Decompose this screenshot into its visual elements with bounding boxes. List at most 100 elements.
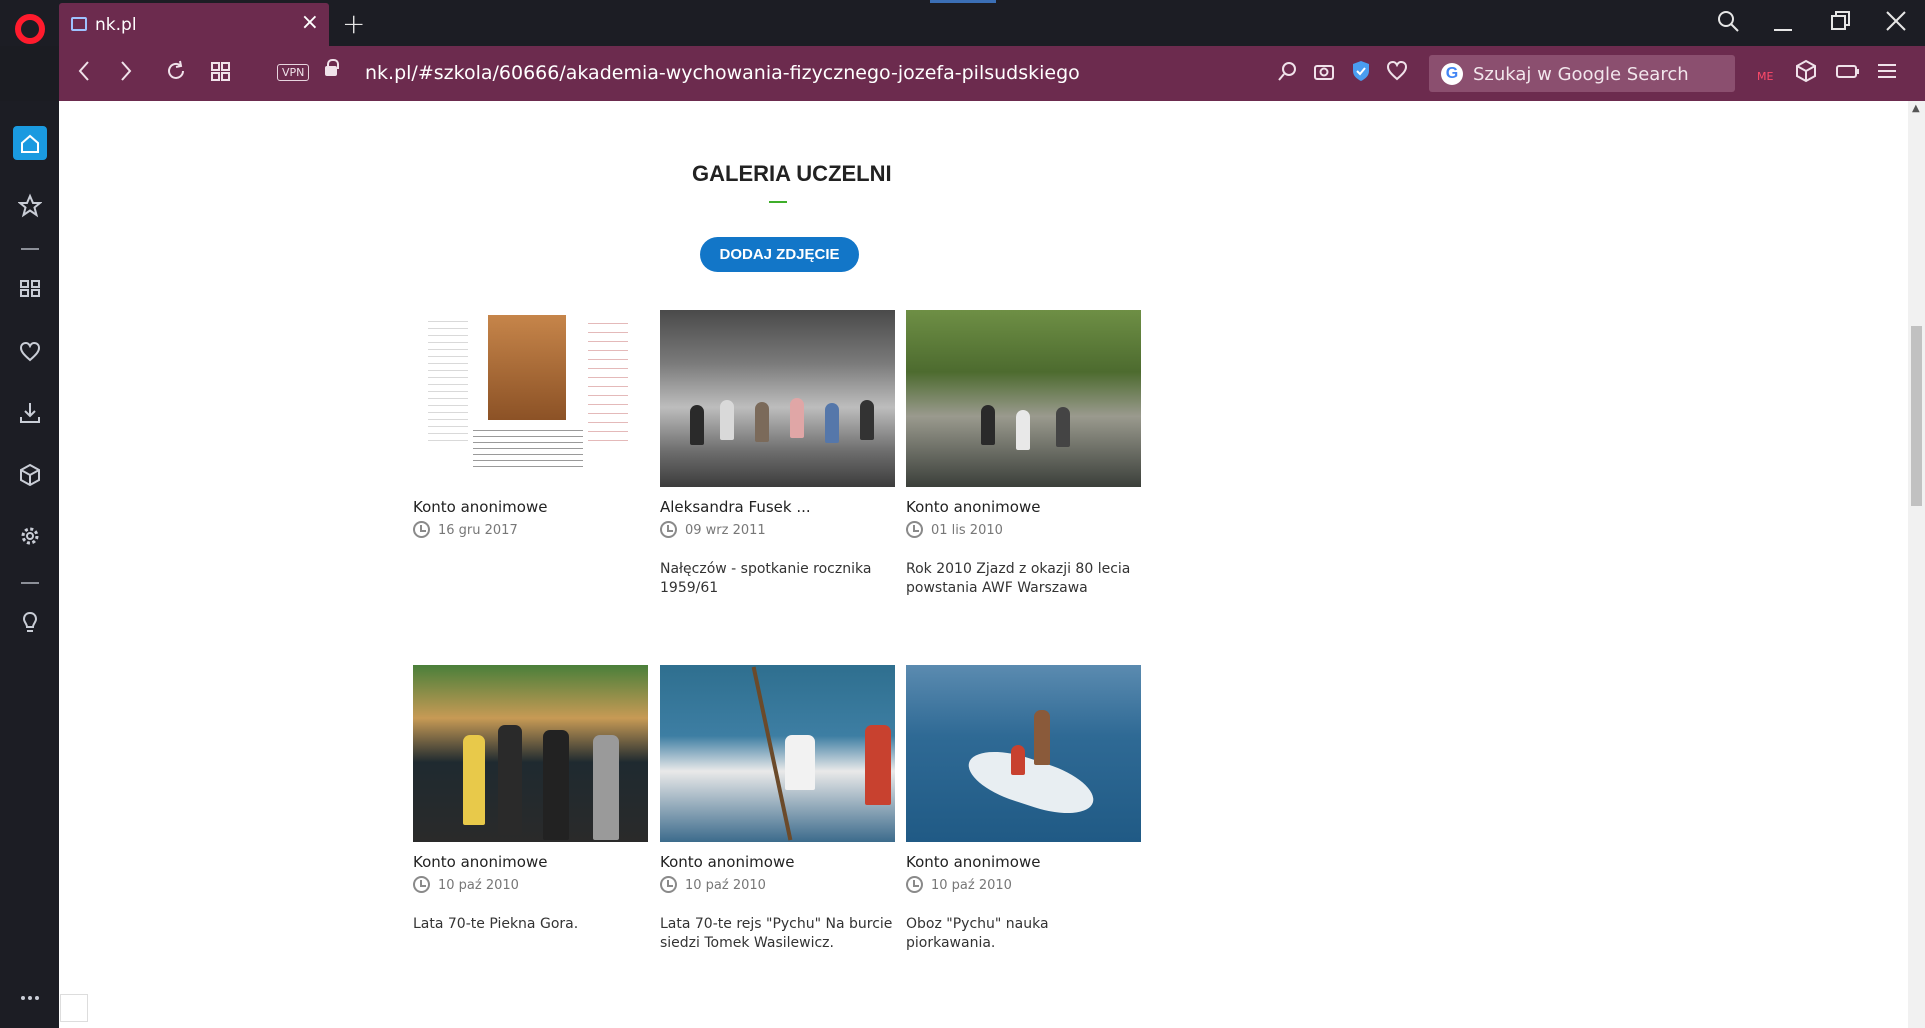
snapshot-icon[interactable] bbox=[1277, 59, 1299, 90]
shield-icon[interactable] bbox=[1350, 59, 1372, 90]
thumbnail-detail bbox=[488, 315, 566, 420]
thumbnail-detail bbox=[690, 405, 704, 445]
extension-status-icon[interactable] bbox=[60, 994, 88, 1022]
gallery-card[interactable]: Konto anonimowe 10 paź 2010 Lata 70-te r… bbox=[660, 665, 895, 965]
card-date: 10 paź 2010 bbox=[931, 878, 1012, 893]
card-description: Nałęczów - spotkanie rocznika 1959/61 bbox=[660, 561, 872, 596]
card-date: 01 lis 2010 bbox=[931, 523, 1003, 538]
card-description: Lata 70-te rejs "Pychu" Na burcie siedzi… bbox=[660, 916, 893, 951]
extension-icon[interactable]: ME bbox=[1757, 64, 1773, 90]
thumbnail-detail bbox=[720, 400, 734, 440]
address-toolbar: VPN nk.pl/#szkola/60666/akademia-wychowa… bbox=[59, 46, 1925, 101]
thumbnail-detail bbox=[790, 398, 804, 438]
gallery-thumbnail[interactable] bbox=[660, 665, 895, 842]
scroll-thumb[interactable] bbox=[1911, 326, 1922, 506]
opera-logo-icon[interactable] bbox=[15, 14, 45, 44]
thumbnail-detail bbox=[498, 725, 522, 835]
more-icon[interactable] bbox=[13, 981, 47, 1015]
tab-title: nk.pl bbox=[95, 15, 137, 35]
thumbnail-detail bbox=[755, 402, 769, 442]
card-date: 10 paź 2010 bbox=[685, 878, 766, 893]
thumbnail-detail bbox=[593, 735, 619, 840]
card-date: 10 paź 2010 bbox=[438, 878, 519, 893]
settings-icon[interactable] bbox=[13, 519, 47, 553]
restore-icon[interactable] bbox=[1830, 10, 1852, 38]
card-description: Rok 2010 Zjazd z okazji 80 lecia powstan… bbox=[906, 561, 1131, 596]
thumbnail-detail bbox=[825, 403, 839, 443]
thumbnail-detail bbox=[1034, 710, 1050, 765]
thumbnail-detail bbox=[463, 735, 485, 825]
thumbnail-detail bbox=[1011, 745, 1025, 775]
home-icon[interactable] bbox=[13, 126, 47, 160]
gallery-card[interactable]: Konto anonimowe 16 gru 2017 bbox=[413, 310, 648, 610]
tab-favicon-icon bbox=[71, 17, 87, 31]
download-icon[interactable] bbox=[13, 396, 47, 430]
browser-window: nk.pl × + VPN nk.pl/#szkola/60666/akadem… bbox=[0, 0, 1925, 1028]
sidebar bbox=[0, 101, 59, 1028]
thumbnail-detail bbox=[588, 315, 628, 445]
vpn-badge[interactable]: VPN bbox=[277, 64, 310, 81]
thumbnail-detail bbox=[962, 741, 1100, 824]
thumbnail-detail bbox=[1016, 410, 1030, 450]
gallery-title: GALERIA UCZELNI bbox=[692, 161, 892, 186]
star-icon[interactable] bbox=[13, 189, 47, 223]
gallery-card[interactable]: Konto anonimowe 01 lis 2010 Rok 2010 Zja… bbox=[906, 310, 1141, 610]
bulb-icon[interactable] bbox=[13, 606, 47, 640]
thumbnail-detail bbox=[543, 730, 569, 840]
thumbnail-detail bbox=[785, 735, 815, 790]
reload-icon[interactable] bbox=[165, 59, 187, 90]
gallery-thumbnail[interactable] bbox=[413, 310, 648, 487]
thumbnail-detail bbox=[473, 425, 583, 470]
clock-icon bbox=[906, 521, 923, 538]
card-date: 09 wrz 2011 bbox=[685, 523, 766, 538]
search-placeholder: Szukaj w Google Search bbox=[1473, 64, 1689, 85]
card-author[interactable]: Konto anonimowe bbox=[660, 853, 794, 871]
gallery-card[interactable]: Konto anonimowe 10 paź 2010 Oboz "Pychu"… bbox=[906, 665, 1141, 965]
settings-icon[interactable] bbox=[1876, 59, 1898, 90]
new-tab-button[interactable]: + bbox=[342, 7, 365, 40]
gallery-card[interactable]: Aleksandra Fusek ... 09 wrz 2011 Nałęczó… bbox=[660, 310, 895, 610]
forward-icon[interactable] bbox=[119, 59, 133, 90]
url-field[interactable]: nk.pl/#szkola/60666/akademia-wychowania-… bbox=[365, 62, 1080, 84]
card-author[interactable]: Konto anonimowe bbox=[906, 853, 1040, 871]
google-search-box[interactable]: G Szukaj w Google Search bbox=[1429, 55, 1735, 92]
minimize-icon[interactable] bbox=[1773, 10, 1793, 38]
gallery-thumbnail[interactable] bbox=[660, 310, 895, 487]
card-description: Oboz "Pychu" nauka piorkawania. bbox=[906, 916, 1049, 951]
heart-icon[interactable] bbox=[1386, 59, 1408, 90]
add-photo-button[interactable]: DODAJ ZDJĘCIE bbox=[700, 237, 859, 272]
lock-icon[interactable] bbox=[325, 59, 339, 76]
gallery-thumbnail[interactable] bbox=[413, 665, 648, 842]
thumbnail-detail bbox=[428, 315, 468, 445]
back-icon[interactable] bbox=[77, 59, 91, 90]
scroll-up-icon[interactable]: ▲ bbox=[1912, 103, 1920, 114]
page-content: GALERIA UCZELNI DODAJ ZDJĘCIE Konto anon… bbox=[59, 101, 1925, 1028]
speed-dial-icon[interactable] bbox=[211, 59, 231, 90]
page-scrollbar[interactable]: ▲ bbox=[1908, 101, 1925, 1028]
thumbnail-detail bbox=[860, 400, 874, 440]
sidebar-divider bbox=[21, 248, 39, 250]
card-description: Lata 70-te Piekna Gora. bbox=[413, 916, 579, 932]
card-author[interactable]: Konto anonimowe bbox=[413, 853, 547, 871]
card-author[interactable]: Konto anonimowe bbox=[413, 498, 547, 516]
close-icon[interactable] bbox=[1885, 10, 1907, 38]
card-author[interactable]: Aleksandra Fusek ... bbox=[660, 498, 811, 516]
camera-icon[interactable] bbox=[1313, 59, 1335, 90]
gallery-thumbnail[interactable] bbox=[906, 665, 1141, 842]
clock-icon bbox=[413, 876, 430, 893]
thumbnail-detail bbox=[865, 725, 891, 805]
heart-icon[interactable] bbox=[13, 334, 47, 368]
battery-icon[interactable] bbox=[1836, 59, 1860, 90]
card-author[interactable]: Konto anonimowe bbox=[906, 498, 1040, 516]
speed-dial-icon[interactable] bbox=[13, 271, 47, 305]
gallery-thumbnail[interactable] bbox=[906, 310, 1141, 487]
tab-bar-accent bbox=[930, 0, 996, 3]
tab-nk[interactable]: nk.pl × bbox=[59, 3, 329, 46]
gallery-card[interactable]: Konto anonimowe 10 paź 2010 Lata 70-te P… bbox=[413, 665, 648, 965]
clock-icon bbox=[660, 521, 677, 538]
close-tab-icon[interactable]: × bbox=[301, 11, 319, 35]
tab-bar: nk.pl × + bbox=[0, 0, 1925, 46]
cube-icon[interactable] bbox=[13, 458, 47, 492]
search-icon[interactable] bbox=[1717, 10, 1739, 38]
cube-icon[interactable] bbox=[1795, 59, 1817, 90]
